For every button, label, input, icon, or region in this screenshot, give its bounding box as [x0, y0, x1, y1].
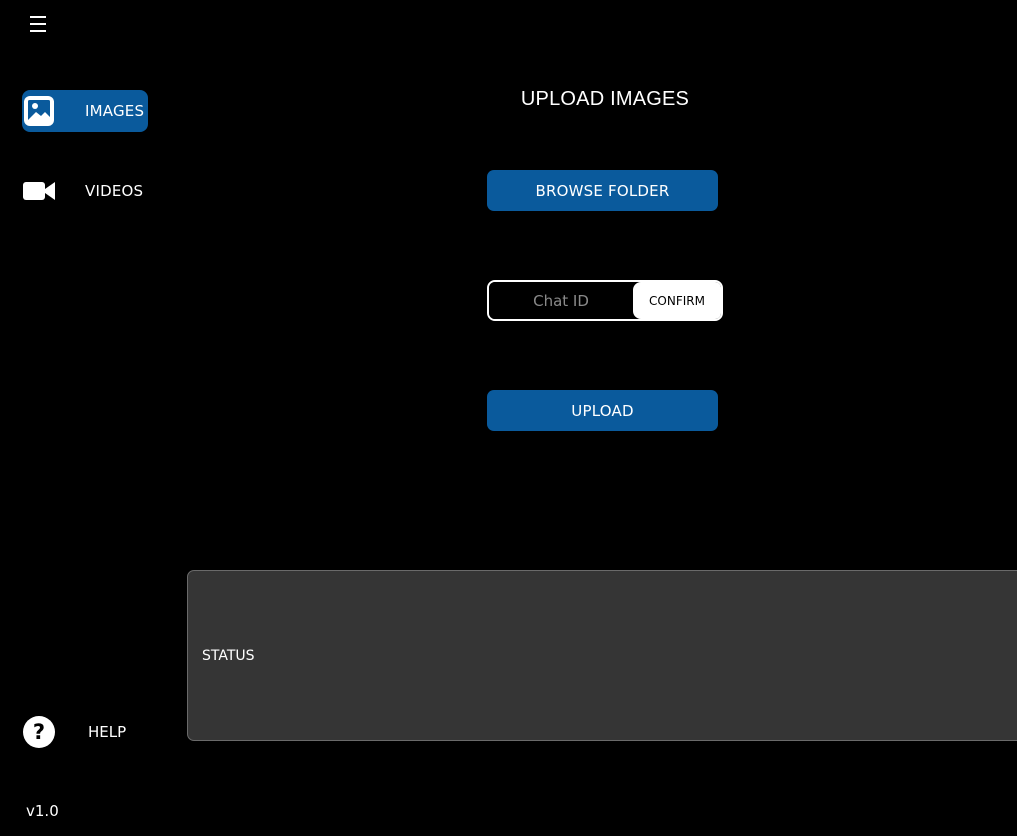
version-label: v1.0 [26, 802, 59, 820]
menu-bar [30, 16, 46, 18]
video-camera-icon [22, 170, 56, 212]
sidebar-item-images[interactable]: IMAGES [22, 90, 148, 132]
sidebar-item-videos[interactable]: VIDEOS [22, 170, 148, 212]
upload-button[interactable]: UPLOAD [487, 390, 718, 431]
menu-bar [30, 23, 46, 25]
hamburger-menu-icon[interactable] [30, 16, 48, 32]
browse-folder-button[interactable]: BROWSE FOLDER [487, 170, 718, 211]
chat-id-group: CONFIRM [487, 280, 723, 321]
image-icon [22, 90, 56, 132]
sidebar-item-label: IMAGES [85, 102, 145, 120]
sidebar-item-label: VIDEOS [85, 182, 144, 200]
status-text: STATUS [202, 648, 255, 664]
confirm-button[interactable]: CONFIRM [633, 282, 721, 319]
app-window: IMAGES VIDEOS ? HELP v1.0 UPLOAD IMAGES … [0, 0, 1017, 836]
sidebar-item-help[interactable]: ? HELP [22, 712, 148, 752]
menu-bar [30, 30, 46, 32]
page-title: UPLOAD IMAGES [520, 88, 690, 110]
question-circle-icon: ? [22, 715, 56, 749]
status-panel: STATUS [187, 570, 1017, 741]
chat-id-input[interactable] [489, 282, 633, 319]
svg-text:?: ? [33, 720, 45, 744]
sidebar-item-label: HELP [88, 723, 127, 741]
